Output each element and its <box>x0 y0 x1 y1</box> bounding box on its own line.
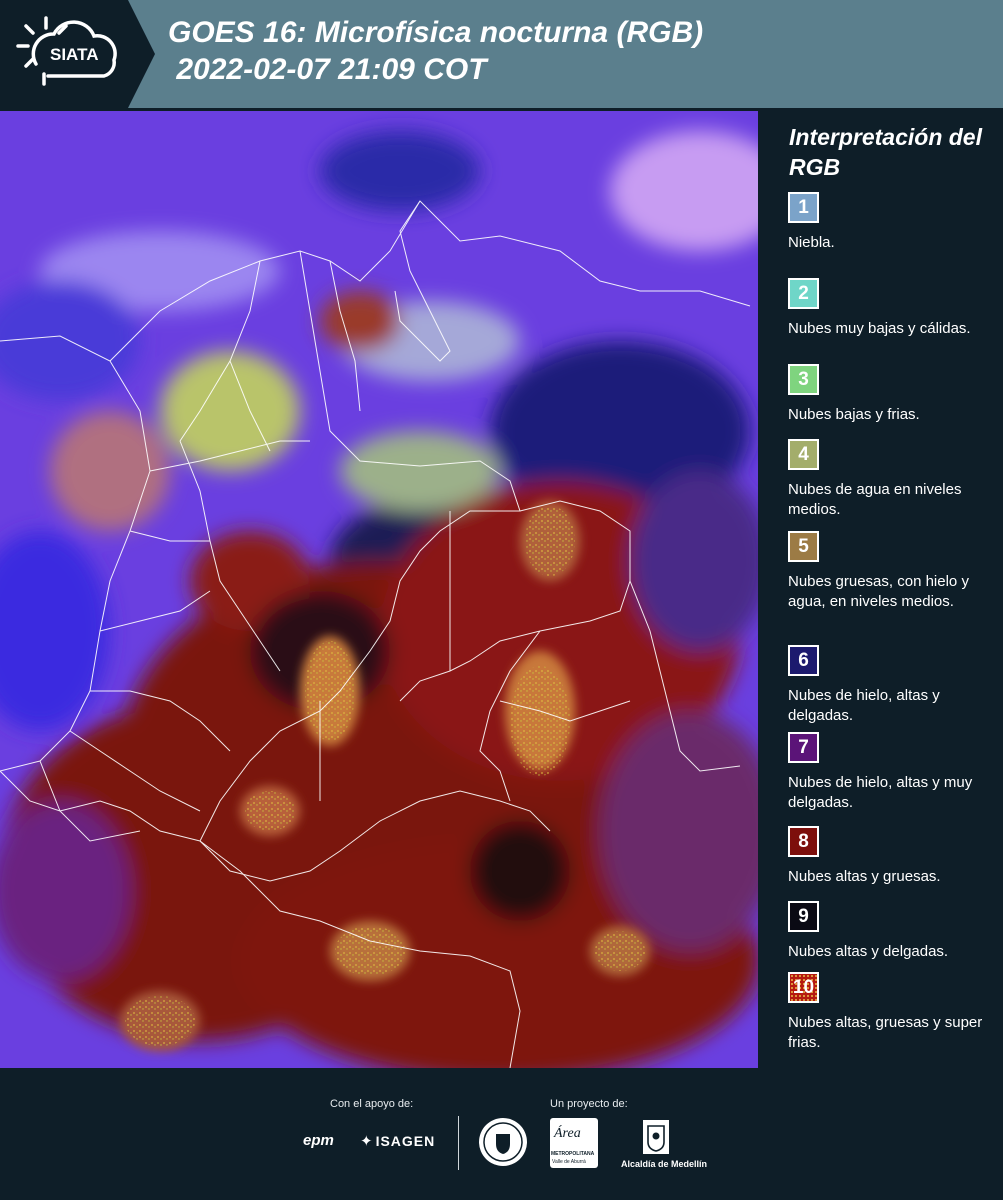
legend-label: Nubes altas, gruesas y super frias. <box>788 1014 983 1051</box>
legend-label: Nubes altas y gruesas. <box>788 868 941 885</box>
legend-label: Nubes altas y delgadas. <box>788 943 949 960</box>
alcaldia-shield-icon <box>643 1120 669 1154</box>
legend-label: Nubes bajas y frias. <box>788 406 920 423</box>
title-line-1: GOES 16: Microfísica nocturna (RGB) <box>168 16 704 49</box>
page-title: GOES 16: Microfísica nocturna (RGB) 2022… <box>168 14 703 88</box>
legend-label: Nubes gruesas, con hielo y agua, en nive… <box>788 573 969 610</box>
medellin-seal-icon <box>479 1118 527 1166</box>
legend-swatch: 1 <box>788 192 819 223</box>
legend-label: Nubes de agua en niveles medios. <box>788 481 962 518</box>
legend-item: 1 Niebla. <box>788 192 998 253</box>
area-metropolitana-logo: Área METROPOLITANA Valle de Aburrá <box>550 1118 598 1168</box>
area-word: Área <box>554 1126 581 1141</box>
satellite-image <box>0 111 758 1068</box>
legend-swatch: 5 <box>788 531 819 562</box>
title-line-2: 2022-02-07 21:09 COT <box>168 53 487 86</box>
isagen-logo: ✦ ISAGEN <box>360 1132 435 1150</box>
alcaldia-text: Alcaldía de Medellín <box>621 1159 708 1169</box>
legend-label: Nubes de hielo, altas y muy delgadas. <box>788 774 973 811</box>
legend-item: 9 Nubes altas y delgadas. <box>788 901 998 962</box>
footer: Con el apoyo de: Un proyecto de: epm ✦ I… <box>0 1070 1003 1200</box>
logo-block: SIATA <box>0 0 155 108</box>
isagen-mark-icon: ✦ <box>360 1133 373 1150</box>
legend-swatch: 6 <box>788 645 819 676</box>
project-label: Un proyecto de: <box>550 1098 628 1110</box>
isagen-text: ISAGEN <box>375 1133 436 1149</box>
legend-swatch: 9 <box>788 901 819 932</box>
legend-swatch: 7 <box>788 732 819 763</box>
legend-item: 5 Nubes gruesas, con hielo y agua, en niv… <box>788 531 998 612</box>
legend-swatch: 8 <box>788 826 819 857</box>
legend-swatch: 10 <box>788 972 819 1003</box>
legend-item: 7 Nubes de hielo, altas y muy delgadas. <box>788 732 998 813</box>
area-metro-sub: Valle de Aburrá <box>552 1159 586 1165</box>
area-metro-text: METROPOLITANA <box>551 1151 595 1157</box>
logo-text: SIATA <box>50 45 99 64</box>
legend-swatch: 2 <box>788 278 819 309</box>
legend-item: 6 Nubes de hielo, altas y delgadas. <box>788 645 998 726</box>
legend-panel: Interpretación del RGB 1 Niebla. 2 Nubes mu… <box>759 108 1003 1070</box>
legend-label: Niebla. <box>788 234 835 251</box>
legend-swatch: 3 <box>788 364 819 395</box>
legend-item: 10 Nubes altas, gruesas y super frias. <box>788 972 998 1053</box>
legend-item: 2 Nubes muy bajas y cálidas. <box>788 278 998 339</box>
legend-label: Nubes muy bajas y cálidas. <box>788 320 971 337</box>
epm-logo: epm <box>303 1132 334 1149</box>
footer-divider <box>458 1116 459 1170</box>
legend-label: Nubes de hielo, altas y delgadas. <box>788 687 940 724</box>
legend-swatch: 4 <box>788 439 819 470</box>
legend-title: Interpretación del RGB <box>789 124 982 180</box>
header-bar: SIATA GOES 16: Microfísica nocturna (RGB… <box>0 0 1003 108</box>
support-label: Con el apoyo de: <box>330 1098 414 1110</box>
legend-item: 4 Nubes de agua en niveles medios. <box>788 439 998 520</box>
legend-item: 3 Nubes bajas y frias. <box>788 364 998 425</box>
satellite-map <box>0 111 758 1068</box>
legend-item: 8 Nubes altas y gruesas. <box>788 826 998 887</box>
